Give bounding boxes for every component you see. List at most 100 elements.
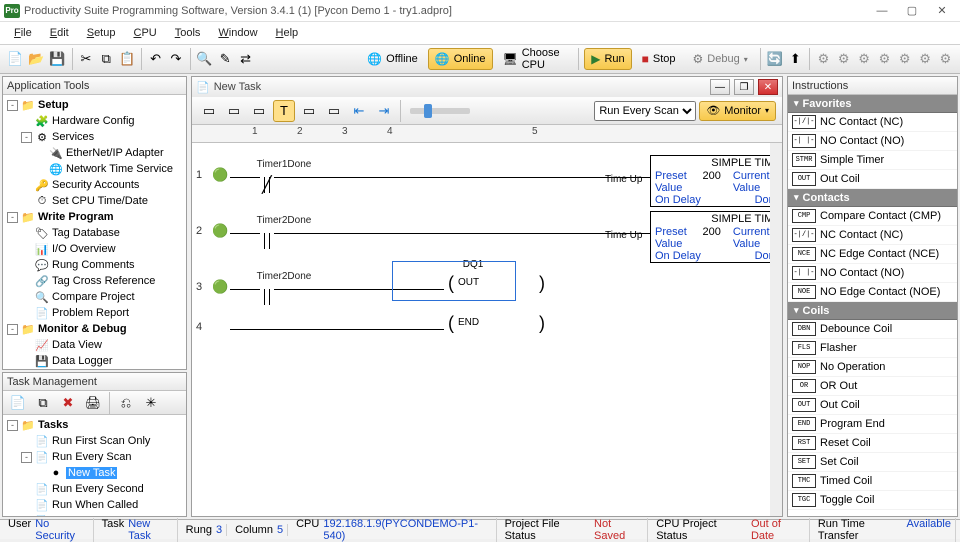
choose-cpu-button[interactable]: 🖥Choose CPU	[496, 48, 574, 70]
instruction-item[interactable]: -|/|-NC Contact (NC)	[788, 226, 957, 245]
tool6-icon[interactable]: ✳	[140, 392, 162, 414]
instruction-item[interactable]: ENDProgram End	[788, 415, 957, 434]
maximize-button[interactable]: ▢	[898, 2, 926, 20]
simple-timer-block[interactable]: Time Up SIMPLE TIMER Preset Value200Curr…	[650, 155, 782, 207]
gear6-icon[interactable]: ⚙	[916, 48, 933, 70]
app-tools-tree[interactable]: -📁Setup🧩Hardware Config-⚙Services🔌EtherN…	[3, 95, 186, 369]
tree-item[interactable]: -⚙Services	[3, 129, 186, 145]
tree-item[interactable]: 📄Problem Report	[3, 305, 186, 321]
tree-item[interactable]: -📄Run Every Scan	[3, 449, 186, 465]
rung-tool6-icon[interactable]: ▭	[323, 100, 345, 122]
tree-item[interactable]: 🏷Tag Database	[3, 225, 186, 241]
instruction-item[interactable]: OUTOut Coil	[788, 396, 957, 415]
menu-edit[interactable]: Edit	[42, 25, 77, 41]
task-mgmt-header[interactable]: Task Management	[3, 373, 186, 391]
tree-twisty-icon[interactable]: -	[7, 100, 18, 111]
task-tree[interactable]: -📁Tasks📄Run First Scan Only-📄Run Every S…	[3, 415, 186, 516]
tree-item[interactable]: ●New Task	[3, 465, 186, 481]
tree-item[interactable]: 📄Run First Scan Only	[3, 433, 186, 449]
vertical-scrollbar[interactable]	[770, 143, 782, 516]
tree-item[interactable]: -📁Setup	[3, 97, 186, 113]
gear7-icon[interactable]: ⚙	[937, 48, 954, 70]
rung-tool4-icon[interactable]: T	[273, 100, 295, 122]
monitor-button[interactable]: 👁Monitor▾	[699, 101, 776, 121]
copy-task-icon[interactable]: ⧉	[32, 392, 54, 414]
gear2-icon[interactable]: ⚙	[835, 48, 852, 70]
rung-2[interactable]: 2 🟢 Timer2Done Time Up SIMPLE TIMER Pres…	[192, 205, 782, 261]
tree-twisty-icon[interactable]: -	[21, 452, 32, 463]
tree-twisty-icon[interactable]: -	[21, 132, 32, 143]
tree-item[interactable]: 🔍Compare Project	[3, 289, 186, 305]
instruction-group-header[interactable]: Coils	[788, 302, 957, 320]
tree-item[interactable]: 🧩Hardware Config	[3, 113, 186, 129]
rung-1[interactable]: 1 🟢 Timer1Done ╱ Time Up SIMPLE TIMER Pr…	[192, 149, 782, 205]
tree-item[interactable]: 💬Rung Comments	[3, 257, 186, 273]
find-icon[interactable]: 🔍	[195, 48, 213, 70]
online-button[interactable]: 🌐Online	[428, 48, 493, 70]
minimize-button[interactable]: —	[868, 2, 896, 20]
app-tools-header[interactable]: Application Tools	[3, 77, 186, 95]
rung-tool5-icon[interactable]: ▭	[298, 100, 320, 122]
rung-4[interactable]: 4 ( ) END	[192, 301, 782, 357]
rung-tool7-icon[interactable]: ⇤	[348, 100, 370, 122]
tree-item[interactable]: -📁Write Program	[3, 209, 186, 225]
tree-item[interactable]: -📁Tasks	[3, 417, 186, 433]
gear4-icon[interactable]: ⚙	[876, 48, 893, 70]
instruction-item[interactable]: TMCTimed Coil	[788, 472, 957, 491]
instruction-item[interactable]: NOENO Edge Contact (NOE)	[788, 283, 957, 302]
gear1-icon[interactable]: ⚙	[815, 48, 832, 70]
debug-button[interactable]: ⚙Debug▾	[686, 48, 755, 70]
tree-item[interactable]: ⏱Set CPU Time/Date	[3, 193, 186, 209]
paste-icon[interactable]: 📋	[118, 48, 136, 70]
instructions-header[interactable]: Instructions	[788, 77, 957, 95]
rung-tool8-icon[interactable]: ⇥	[373, 100, 395, 122]
instruction-item[interactable]: -|/|-NC Contact (NC)	[788, 113, 957, 132]
tree-item[interactable]: 💾Data Logger	[3, 353, 186, 369]
doc-close-button[interactable]: ✕	[758, 79, 778, 95]
instruction-item[interactable]: SETSet Coil	[788, 453, 957, 472]
cut-icon[interactable]: ✂	[77, 48, 94, 70]
tree-item[interactable]: 📄Run Every Second	[3, 481, 186, 497]
tree-twisty-icon[interactable]: -	[7, 324, 18, 335]
instruction-item[interactable]: -| |-NO Contact (NO)	[788, 264, 957, 283]
stop-button[interactable]: ■Stop	[635, 48, 683, 70]
tree-item[interactable]: 🔗Tag Cross Reference	[3, 273, 186, 289]
menu-window[interactable]: Window	[210, 25, 265, 41]
tree-item[interactable]: -📁Monitor & Debug	[3, 321, 186, 337]
menu-help[interactable]: Help	[268, 25, 307, 41]
instruction-item[interactable]: NOPNo Operation	[788, 358, 957, 377]
instruction-item[interactable]: RSTReset Coil	[788, 434, 957, 453]
instruction-item[interactable]: TGCToggle Coil	[788, 491, 957, 510]
new-task-icon[interactable]: 📄	[7, 392, 29, 414]
new-icon[interactable]: 📄	[6, 48, 24, 70]
transfer-icon[interactable]: 🔄	[765, 48, 783, 70]
zoom-thumb[interactable]	[424, 104, 432, 118]
rung-tool3-icon[interactable]: ▭	[248, 100, 270, 122]
instruction-group-header[interactable]: Contacts	[788, 189, 957, 207]
gear5-icon[interactable]: ⚙	[896, 48, 913, 70]
save-icon[interactable]: 💾	[48, 48, 66, 70]
scan-mode-select[interactable]: Run Every Scan	[594, 101, 696, 121]
instruction-item[interactable]: FLSFlasher	[788, 339, 957, 358]
tree-item[interactable]: 📊I/O Overview	[3, 241, 186, 257]
offline-button[interactable]: 🌐Offline	[360, 48, 425, 70]
instructions-list[interactable]: Favorites-|/|-NC Contact (NC)-| |-NO Con…	[788, 95, 957, 516]
upload-icon[interactable]: ⬆	[787, 48, 804, 70]
instruction-group-header[interactable]: Favorites	[788, 95, 957, 113]
tree-item[interactable]: 🔌EtherNet/IP Adapter	[3, 145, 186, 161]
rung-tool2-icon[interactable]: ▭	[223, 100, 245, 122]
instruction-item[interactable]: STMRSimple Timer	[788, 151, 957, 170]
tree-item[interactable]: 🔑Security Accounts	[3, 177, 186, 193]
tree-twisty-icon[interactable]: -	[7, 420, 18, 431]
instruction-item[interactable]: OUTOut Coil	[788, 170, 957, 189]
menu-cpu[interactable]: CPU	[125, 25, 164, 41]
tool5-icon[interactable]: ⎌	[115, 392, 137, 414]
menu-tools[interactable]: Tools	[167, 25, 209, 41]
doc-restore-button[interactable]: ❐	[734, 79, 754, 95]
replace-icon[interactable]: ⇄	[237, 48, 254, 70]
menu-setup[interactable]: Setup	[79, 25, 124, 41]
redo-icon[interactable]: ↷	[167, 48, 184, 70]
tree-item[interactable]: 📈Data View	[3, 337, 186, 353]
rung-tool1-icon[interactable]: ▭	[198, 100, 220, 122]
out-coil[interactable]: DQ1 ( ) OUT	[448, 273, 585, 294]
